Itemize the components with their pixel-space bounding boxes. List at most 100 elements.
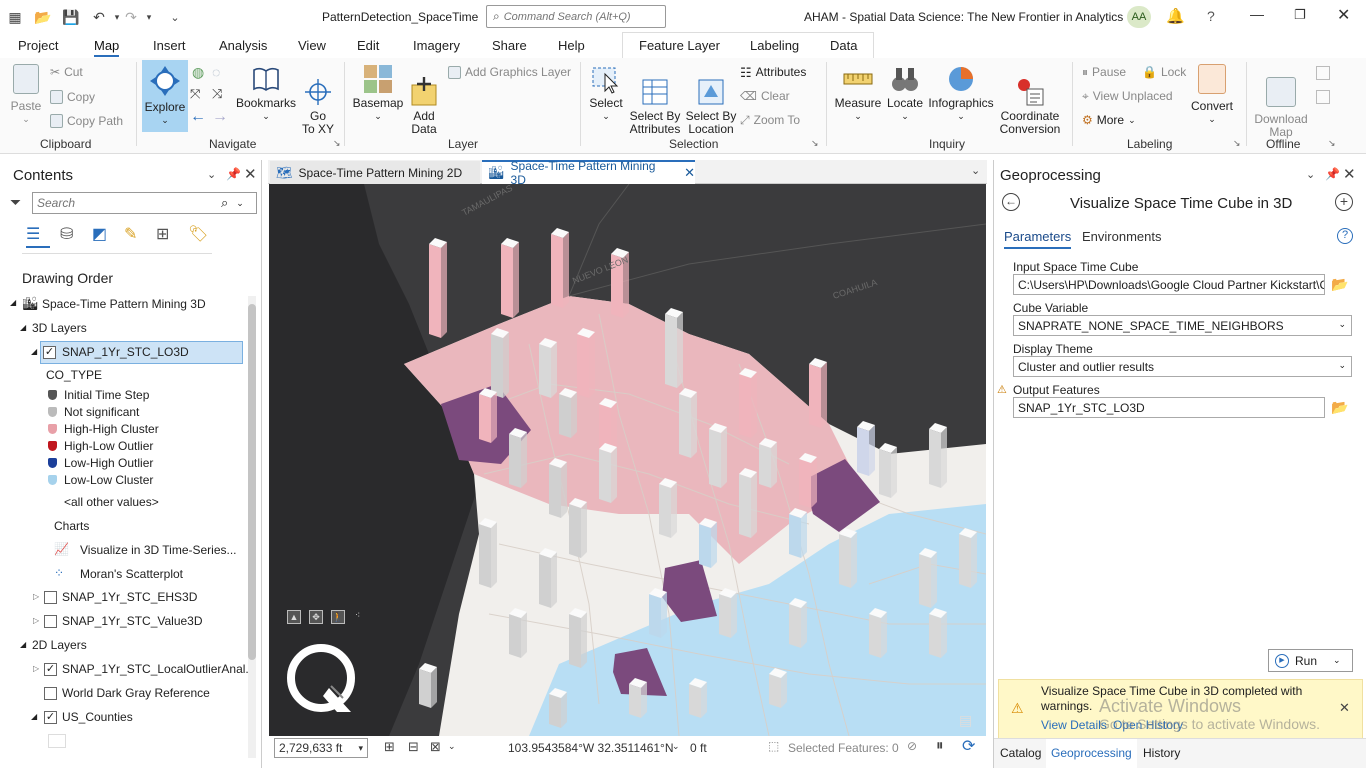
close-tab-icon[interactable]: ✕ — [684, 165, 695, 181]
space-time-column[interactable] — [549, 458, 567, 518]
snapping-view-icon[interactable]: ⊞ — [156, 224, 169, 244]
dialog-launcher-icon[interactable]: ↘ — [811, 138, 819, 149]
map-scene[interactable]: TAMAULIPAS NUEVO LEON COAHUILA — [269, 184, 986, 736]
space-time-column[interactable] — [599, 443, 617, 503]
map-name[interactable]: Space-Time Pattern Mining 3D — [42, 297, 206, 311]
space-time-column[interactable] — [739, 368, 757, 438]
expand-arrow-icon[interactable]: ◢ — [10, 298, 16, 307]
selection-view-icon[interactable]: ◩ — [92, 224, 107, 244]
display-theme-select[interactable]: Cluster and outlier results ⌄ — [1013, 356, 1352, 377]
space-time-column[interactable] — [739, 468, 757, 538]
copy-path-button[interactable]: Copy Path — [50, 114, 123, 128]
space-time-column[interactable] — [429, 238, 447, 338]
scale-selector[interactable]: 2,729,633 ft ▾ — [274, 738, 368, 758]
redo-dropdown-icon[interactable]: ▾ — [140, 8, 158, 26]
chevron-down-icon[interactable]: ⌄ — [448, 741, 456, 752]
navigator-icon[interactable] — [285, 642, 359, 716]
space-time-column[interactable] — [719, 588, 737, 638]
run-button[interactable]: ▶ Run ⌄ — [1268, 649, 1353, 672]
space-time-column[interactable] — [679, 388, 697, 458]
clear-button[interactable]: ⌫ Clear — [740, 90, 790, 103]
tab-data[interactable]: Data — [830, 38, 857, 53]
space-time-column[interactable] — [857, 421, 875, 476]
refresh-selection-icon[interactable]: ⊘ — [907, 739, 917, 753]
grid-icon[interactable]: ⊞ — [384, 739, 395, 755]
space-time-column[interactable] — [629, 678, 647, 718]
back-icon[interactable]: ← — [1002, 193, 1020, 211]
layer-name[interactable]: SNAP_1Yr_STC_LocalOutlierAnal... — [62, 662, 255, 676]
layer-name[interactable]: World Dark Gray Reference — [62, 686, 210, 700]
locate-button[interactable]: Locate ⌄ — [884, 64, 926, 123]
tab-feature-layer[interactable]: Feature Layer — [639, 38, 720, 53]
space-time-column[interactable] — [659, 478, 677, 538]
cube-variable-select[interactable]: SNAPRATE_NONE_SPACE_TIME_NEIGHBORS ⌄ — [1013, 315, 1352, 336]
space-time-column[interactable] — [879, 443, 897, 498]
constraints-icon[interactable]: ⊠ — [430, 739, 441, 755]
add-data-button[interactable]: Add Data — [404, 64, 444, 149]
labeling-view-icon[interactable]: 🏷 — [188, 224, 208, 244]
space-time-column[interactable] — [689, 678, 707, 718]
dialog-launcher-icon[interactable]: ↘ — [1233, 138, 1241, 149]
tab-geoprocessing[interactable]: Geoprocessing — [1046, 739, 1137, 769]
input-cube-field[interactable]: C:\Users\HP\Downloads\Google Cloud Partn… — [1013, 274, 1325, 295]
pane-options-icon[interactable]: ⌄ — [207, 168, 216, 181]
remove-offline-icon[interactable] — [1316, 90, 1330, 104]
space-time-column[interactable] — [799, 453, 817, 508]
space-time-column[interactable] — [569, 608, 587, 668]
space-time-column[interactable] — [759, 438, 777, 488]
next-extent-icon[interactable]: → — [212, 108, 228, 126]
drawing-order-icon[interactable]: ☰ — [26, 224, 50, 248]
tab-project[interactable]: Project — [18, 38, 58, 53]
bookmarks-button[interactable]: Bookmarks ⌄ — [236, 64, 296, 123]
space-time-column[interactable] — [539, 338, 557, 398]
tab-environments[interactable]: Environments — [1082, 229, 1161, 244]
pause-drawing-icon[interactable]: ⏸ — [936, 737, 944, 754]
search-dropdown-icon[interactable]: ⌄ — [236, 198, 244, 209]
layer-name[interactable]: SNAP_1Yr_STC_Value3D — [62, 614, 203, 628]
notifications-icon[interactable]: 🔔 — [1166, 7, 1185, 25]
collapsed-arrow-icon[interactable]: ▷ — [33, 664, 39, 673]
paste-button[interactable]: Paste ⌄ — [8, 64, 44, 126]
collapse-navigator-icon[interactable]: ▲ — [287, 610, 301, 624]
space-time-column[interactable] — [479, 388, 497, 443]
cut-button[interactable]: ✂ Cut — [50, 66, 83, 79]
space-time-column[interactable] — [929, 423, 947, 488]
space-time-column[interactable] — [551, 228, 569, 308]
space-time-column[interactable] — [569, 498, 587, 558]
coordinate-format-dropdown[interactable]: ⌄ — [672, 741, 680, 752]
editing-view-icon[interactable]: ✎ — [124, 224, 137, 244]
space-time-column[interactable] — [869, 608, 887, 658]
scrollbar-thumb[interactable] — [248, 304, 256, 660]
space-time-column[interactable] — [479, 518, 497, 588]
selected-features-count[interactable]: Selected Features: 0 — [788, 741, 899, 755]
space-time-column[interactable] — [839, 528, 857, 588]
pin-icon[interactable]: 📌 — [1325, 167, 1340, 181]
output-features-field[interactable]: SNAP_1Yr_STC_LO3D — [1013, 397, 1325, 418]
infographics-button[interactable]: Infographics ⌄ — [926, 64, 996, 123]
zoom-to-button[interactable]: ⤢ Zoom To — [740, 114, 800, 127]
pin-icon[interactable]: 📌 — [226, 167, 241, 181]
space-time-column[interactable] — [699, 518, 717, 568]
space-time-column[interactable] — [959, 528, 977, 588]
restore-icon[interactable]: ❐ — [1294, 7, 1306, 23]
browse-folder-icon[interactable]: 📂 — [1331, 276, 1348, 293]
contents-search[interactable]: ⌕ ⌄ — [32, 192, 257, 214]
add-graphics-layer-button[interactable]: Add Graphics Layer — [448, 66, 571, 79]
first-person-icon[interactable]: 🚶 — [331, 610, 345, 624]
space-time-column[interactable] — [789, 598, 807, 648]
tab-view[interactable]: View — [298, 38, 326, 53]
minimize-icon[interactable]: — — [1250, 6, 1264, 22]
map-view-3d[interactable]: TAMAULIPAS NUEVO LEON COAHUILA ▲ ✥ 🚶 ⁖ ▤ — [269, 184, 986, 736]
help-icon[interactable]: ? — [1337, 228, 1353, 244]
space-time-column[interactable] — [539, 548, 557, 608]
save-icon[interactable]: 💾 — [62, 8, 80, 26]
space-time-column[interactable] — [809, 358, 827, 428]
dialog-launcher-icon[interactable]: ↘ — [333, 138, 341, 149]
data-source-icon[interactable]: ⛁ — [60, 224, 73, 244]
rotate-icon[interactable]: ◌ — [212, 64, 220, 80]
view-details-link[interactable]: View Details — [1041, 718, 1107, 732]
snapping-icon[interactable]: ⊟ — [408, 739, 419, 755]
filter-icon[interactable]: ⏷ — [10, 194, 21, 211]
space-time-column[interactable] — [769, 668, 787, 708]
previous-extent-icon[interactable]: ← — [190, 108, 206, 126]
